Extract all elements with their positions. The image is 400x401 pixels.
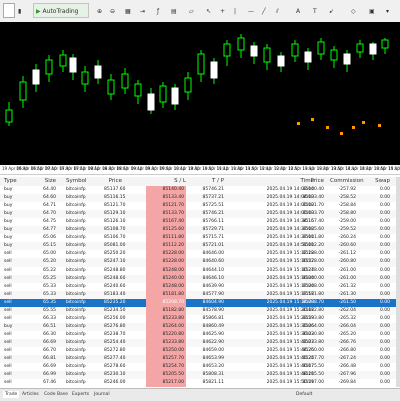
candle-body	[5, 109, 13, 123]
candle-body	[69, 57, 77, 73]
candle-body	[32, 69, 40, 85]
candle-body	[197, 53, 205, 75]
candle-body	[19, 81, 27, 101]
candle-body	[171, 87, 179, 105]
table-cell-symbol: bitcoinfp	[66, 380, 86, 386]
candle-body	[250, 45, 258, 57]
new-order-icon[interactable]	[3, 3, 15, 18]
candle-body	[81, 71, 89, 85]
date-tick-label: 19 Apr 15:30	[388, 166, 400, 171]
arrow-icon[interactable]: ➹	[328, 3, 338, 18]
table-row[interactable]: sell 67.46 bitcoinfp 85246.00 85217.00 85821.…	[0, 379, 400, 387]
status-profile: Default	[296, 392, 313, 397]
candle-body	[237, 37, 245, 51]
candlestick-chart	[5, 34, 389, 135]
candle-body	[291, 43, 299, 57]
chart-bars-icon[interactable]: ▮	[17, 3, 29, 18]
candle-body	[159, 85, 167, 103]
candle-body	[304, 51, 312, 63]
tab-experts[interactable]: Experts	[72, 391, 89, 398]
table-cell-type: sell	[4, 380, 12, 386]
candle-body	[277, 55, 285, 67]
column-header[interactable]: Commission	[330, 177, 364, 186]
text-label-icon[interactable]: A	[295, 3, 305, 18]
trade-marker	[297, 122, 300, 125]
crosshair-icon[interactable]: +	[219, 3, 229, 18]
column-header[interactable]: Type	[4, 177, 17, 186]
table-cell-price: 85217.00	[302, 380, 324, 386]
column-header[interactable]: S / L	[150, 177, 186, 186]
horizontal-line-icon[interactable]: —	[247, 3, 257, 18]
trade-marker	[352, 126, 355, 129]
column-header[interactable]: Size	[34, 177, 56, 186]
channel-icon[interactable]: ⫽	[275, 3, 285, 18]
cursor-icon[interactable]: ↖	[205, 3, 215, 18]
zoom-out-icon[interactable]: ⊖	[109, 3, 119, 18]
autotrading-label: AutoTrading	[42, 8, 79, 15]
price-chart[interactable]	[0, 22, 400, 165]
candle-body	[356, 43, 364, 53]
tab-articles[interactable]: Articles	[22, 391, 39, 398]
table-cell-price: 85246.00	[104, 380, 126, 386]
table-cell-size: 67.46	[43, 380, 56, 386]
candle-body	[317, 41, 325, 55]
candle-body	[134, 83, 142, 97]
column-header[interactable]: Symbol	[66, 177, 87, 186]
candle-body	[210, 61, 218, 79]
tab-trade[interactable]: Trade	[3, 391, 20, 398]
candle-body	[330, 49, 338, 61]
trade-marker	[362, 121, 365, 124]
period-m1-icon[interactable]: ▱	[188, 3, 198, 18]
candle-body	[184, 77, 192, 93]
trade-marker	[326, 126, 329, 129]
trendline-icon[interactable]: ╱	[261, 3, 271, 18]
toolbar: ▮ ▶ AutoTrading ⊕ ⊖ ▦ ⇥ ƒ ▤ ▱ ↖ + | — ╱ …	[0, 0, 400, 23]
candle-body	[45, 59, 53, 75]
column-header[interactable]: Price	[296, 177, 324, 186]
positions-table: Type Size Symbol Price S / LT / P Time Price Co…	[0, 177, 400, 387]
candle-body	[263, 47, 271, 63]
objects-icon[interactable]: ▣	[368, 3, 378, 18]
candle-body	[121, 73, 129, 89]
table-cell-commission: -269.84	[338, 380, 356, 386]
table-scrollbar[interactable]	[396, 177, 400, 387]
scroll-chart-icon[interactable]: ⇥	[139, 3, 149, 18]
candle-body	[59, 54, 67, 67]
candle-body	[369, 43, 377, 55]
vertical-line-icon[interactable]: |	[233, 3, 243, 18]
candle-body	[107, 79, 115, 95]
date-axis: 19 Apr 06:30 19 Apr 06:50 19 Apr 07:10 19 A…	[0, 165, 400, 175]
indicators-icon[interactable]: ƒ	[156, 3, 166, 18]
candle-body	[381, 39, 389, 49]
column-header[interactable]: Price	[104, 177, 122, 186]
candle-body	[94, 65, 102, 79]
text-icon[interactable]: T	[312, 3, 322, 18]
zoom-in-icon[interactable]: ⊕	[96, 3, 106, 18]
column-header[interactable]: T / P	[186, 177, 224, 186]
shapes-icon[interactable]: ◇	[350, 3, 360, 18]
more-icon[interactable]: ▾	[385, 3, 395, 18]
tile-windows-icon[interactable]: ▦	[124, 3, 134, 18]
table-cell-swap: 0.00	[379, 380, 390, 386]
column-header[interactable]: Swap	[374, 177, 390, 186]
table-cell-tp: 85821.11	[202, 380, 224, 386]
candle-body	[223, 43, 231, 57]
trade-marker	[378, 124, 381, 127]
terminal-tabs: Trade Articles Code Base Experts Journal…	[0, 388, 400, 401]
candle-body	[343, 53, 351, 65]
autotrading-button[interactable]: ▶ AutoTrading	[33, 3, 89, 18]
trade-marker	[311, 118, 314, 121]
candle-body	[147, 93, 155, 111]
table-cell-sl: 85217.00	[146, 379, 186, 387]
tab-code-base[interactable]: Code Base	[44, 391, 68, 398]
templates-icon[interactable]: ▤	[170, 3, 180, 18]
autotrading-icon: ▶	[36, 8, 41, 15]
tab-journal[interactable]: Journal	[94, 391, 110, 398]
trade-marker	[340, 132, 343, 135]
